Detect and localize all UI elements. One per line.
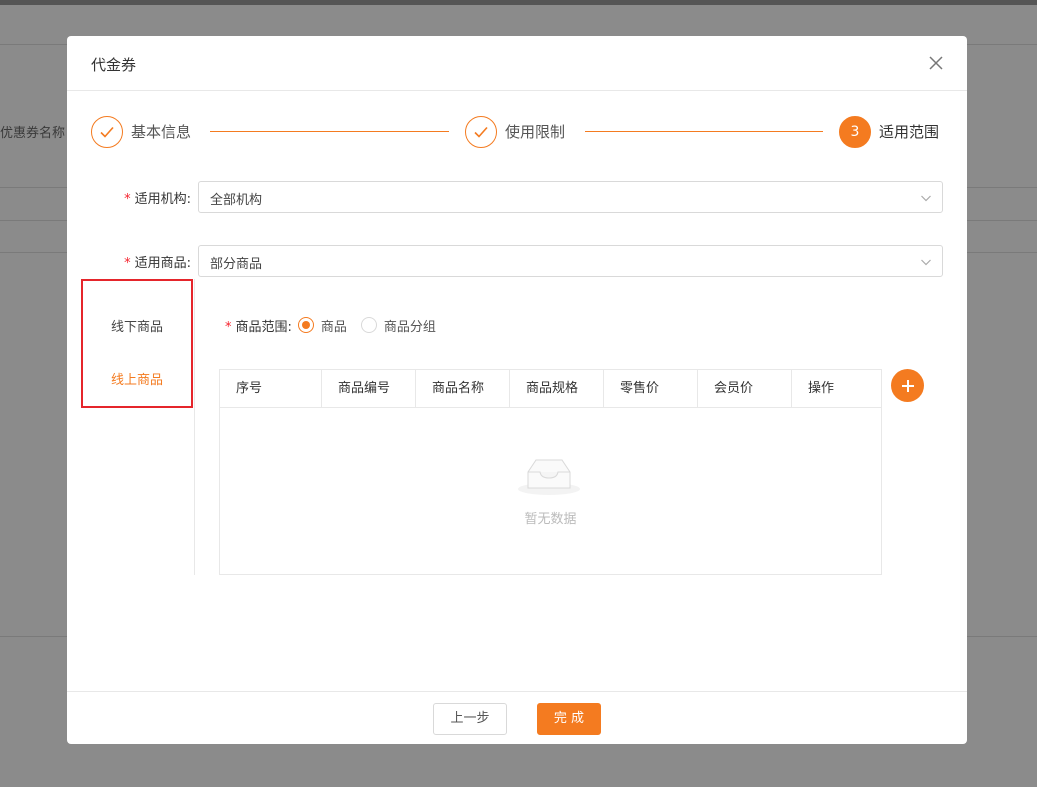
modal-footer: 上一步 完 成 [67, 691, 967, 744]
tabs-divider [194, 279, 195, 575]
modal-header: 代金券 [67, 36, 967, 91]
background-coupon-name-label: 优惠券名称 [0, 126, 66, 141]
column-header: 商品规格 [510, 370, 604, 407]
step-basic-info[interactable]: 基本信息 [91, 115, 191, 148]
institution-select[interactable]: 全部机构 [198, 181, 943, 213]
table-empty-state: 暂无数据 [220, 408, 881, 574]
tab-online-products[interactable]: 线上商品 [83, 369, 191, 388]
institution-row: * 适用机构: 全部机构 [91, 181, 943, 213]
institution-value: 全部机构 [210, 193, 263, 208]
products-label: * 适用商品: [124, 256, 191, 271]
step-scope[interactable]: 3 适用范围 [839, 115, 939, 148]
column-header: 序号 [220, 370, 322, 407]
radio-product[interactable]: 商品 [297, 316, 347, 335]
radio-label: 商品分组 [383, 319, 436, 335]
products-select[interactable]: 部分商品 [198, 245, 943, 277]
empty-inbox-icon [518, 459, 580, 495]
chevron-down-icon [921, 195, 931, 202]
add-product-button[interactable] [891, 369, 924, 402]
institution-label: * 适用机构: [124, 192, 191, 207]
finish-button[interactable]: 完 成 [537, 703, 601, 735]
empty-text: 暂无数据 [524, 512, 577, 527]
products-row: * 适用商品: 部分商品 [91, 245, 943, 277]
column-header: 操作 [808, 381, 835, 396]
step-connector [585, 131, 823, 132]
check-icon [91, 115, 123, 148]
radio-product-group[interactable]: 商品分组 [360, 316, 436, 335]
products-table: 序号 商品编号 商品名称 商品规格 零售价 会员价 操作 暂无数据 [219, 369, 882, 575]
step-label: 适用范围 [879, 123, 940, 141]
table-header: 序号 商品编号 商品名称 商品规格 零售价 会员价 操作 [220, 370, 881, 408]
product-scope-row: * 商品范围: 商品 商品分组 [225, 315, 450, 335]
modal-title: 代金券 [91, 56, 137, 74]
products-value: 部分商品 [210, 257, 263, 272]
step-label: 基本信息 [131, 123, 192, 141]
product-scope-label: * 商品范围: [225, 319, 292, 335]
column-header: 商品名称 [416, 370, 510, 407]
column-header: 商品编号 [322, 370, 416, 407]
column-header: 零售价 [604, 370, 698, 407]
background-topbar [0, 0, 1037, 5]
steps-progress: 基本信息 使用限制 3 适用范围 [91, 115, 943, 148]
check-icon [465, 115, 497, 148]
plus-icon [901, 379, 914, 392]
close-icon[interactable] [925, 52, 947, 74]
radio-unchecked-icon [360, 317, 377, 333]
radio-checked-icon [297, 317, 314, 333]
tab-offline-products[interactable]: 线下商品 [83, 316, 191, 335]
column-header: 会员价 [698, 370, 792, 407]
step-number: 3 [839, 115, 871, 148]
chevron-down-icon [921, 259, 931, 266]
step-label: 使用限制 [505, 123, 566, 141]
voucher-modal: 代金券 基本信息 使用限制 3 适用范围 * 适用机构: 全部机构 * 适用商品… [67, 36, 967, 744]
previous-step-button[interactable]: 上一步 [433, 703, 507, 735]
step-connector [210, 131, 449, 132]
product-type-tabs: 线下商品 线上商品 [81, 279, 193, 408]
radio-label: 商品 [320, 319, 347, 335]
step-usage-limits[interactable]: 使用限制 [465, 115, 565, 148]
